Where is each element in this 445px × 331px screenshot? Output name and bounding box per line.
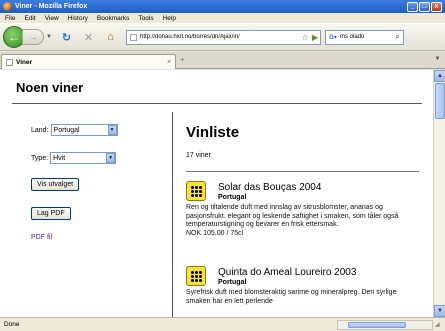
page-heading: Noen viner xyxy=(16,80,84,95)
tab-bar: Viner × + ▼ xyxy=(0,52,445,69)
wine-type-icon xyxy=(186,181,206,201)
url-bar[interactable]: http://donau.hiof.no/borres/dn/Ajax/in/ … xyxy=(126,29,321,45)
menu-view[interactable]: View xyxy=(45,15,59,22)
page-content: Noen viner Land: Portugal ▼ Type: Hvit ▼… xyxy=(0,70,433,317)
vertical-scrollbar[interactable]: ▲ ▼ xyxy=(433,70,445,317)
tab-favicon-icon xyxy=(6,58,13,66)
scroll-down-icon[interactable]: ▼ xyxy=(434,305,445,317)
menu-edit[interactable]: Edit xyxy=(24,15,35,22)
type-select[interactable]: Hvit ▼ xyxy=(50,152,117,164)
menu-history[interactable]: History xyxy=(68,15,88,22)
search-engine-icon[interactable]: G▾ xyxy=(326,31,340,44)
tab-viner[interactable]: Viner × xyxy=(1,54,176,69)
type-select-value: Hvit xyxy=(53,154,66,162)
type-label: Type: xyxy=(31,154,49,162)
wine-country: Portugal xyxy=(218,279,247,286)
wine-description-text: Syrefrisk duft med blomsteraktig sarime … xyxy=(186,289,397,305)
wine-description: Ren og tiltalende duft med innslag av si… xyxy=(186,204,421,238)
minimize-button[interactable]: _ xyxy=(407,1,418,12)
go-arrow-icon[interactable]: ▶ xyxy=(310,33,320,42)
scroll-up-icon[interactable]: ▲ xyxy=(434,70,445,82)
search-input[interactable]: ms olado xyxy=(340,34,392,40)
navigation-toolbar: ← → ▼ ↻ ✕ ⌂ http://donau.hiof.no/borres/… xyxy=(0,24,445,51)
forward-button[interactable]: → xyxy=(22,29,44,45)
wine-description-text: Ren og tiltalende duft med innslag av si… xyxy=(186,204,399,229)
bookmark-star-icon[interactable]: ☆ xyxy=(300,33,310,42)
wine-description: Syrefrisk duft med blomsteraktig sarime … xyxy=(186,289,421,306)
firefox-icon xyxy=(3,2,12,11)
list-divider xyxy=(186,171,419,172)
forward-arrow-icon: → xyxy=(28,32,38,42)
wine-count: 17 viner xyxy=(186,152,211,159)
home-icon[interactable]: ⌂ xyxy=(103,30,118,45)
land-row: Land: Portugal ▼ xyxy=(31,124,118,136)
url-text[interactable]: http://donau.hiof.no/borres/dn/Ajax/in/ xyxy=(140,34,300,40)
type-row: Type: Hvit ▼ xyxy=(31,152,117,164)
menu-help[interactable]: Help xyxy=(163,15,176,22)
tab-list-icon[interactable]: ▼ xyxy=(433,56,442,66)
show-selection-button[interactable]: Vis utvalget xyxy=(31,178,80,191)
wine-name: Quinta do Ameal Loureiro 2003 xyxy=(218,267,357,278)
menu-file[interactable]: File xyxy=(5,15,15,22)
page-favicon-icon xyxy=(130,33,137,41)
wine-name: Solar das Bouças 2004 xyxy=(218,182,322,193)
menu-bookmarks[interactable]: Bookmarks xyxy=(97,15,130,22)
stop-icon[interactable]: ✕ xyxy=(81,30,96,45)
heading-divider xyxy=(12,103,422,104)
make-pdf-button[interactable]: Lag PDF xyxy=(31,207,71,220)
tab-label: Viner xyxy=(16,58,33,66)
wine-list-title: Vinliste xyxy=(186,124,240,141)
tab-close-icon[interactable]: × xyxy=(167,59,175,66)
new-tab-icon[interactable]: + xyxy=(180,55,185,64)
title-bar: Viner - Mozilla Firefox _ □ x xyxy=(0,0,445,13)
reload-icon[interactable]: ↻ xyxy=(59,30,74,45)
chevron-down-icon: ▼ xyxy=(107,125,117,135)
land-select-value: Portugal xyxy=(53,126,80,134)
scrollbar-thumb[interactable] xyxy=(435,83,445,119)
chevron-down-icon: ▼ xyxy=(106,153,116,163)
maximize-button[interactable]: □ xyxy=(419,1,430,12)
history-dropdown-icon[interactable]: ▼ xyxy=(46,34,52,40)
column-divider xyxy=(172,112,173,317)
wine-country: Portugal xyxy=(218,194,247,201)
menu-bar: File Edit View History Bookmarks Tools H… xyxy=(0,13,445,24)
land-label: Land: xyxy=(31,126,49,134)
menu-tools[interactable]: Tools xyxy=(138,15,153,22)
search-bar[interactable]: G▾ ms olado ⌕ xyxy=(325,29,404,45)
back-arrow-icon: ← xyxy=(8,30,20,44)
resize-grip-icon[interactable]: ◢ xyxy=(435,321,444,330)
wine-price: NOK 105.00 / 75cl xyxy=(186,229,244,237)
wine-type-icon xyxy=(186,266,206,286)
window-title: Viner - Mozilla Firefox xyxy=(15,3,88,10)
search-icon[interactable]: ⌕ xyxy=(392,32,403,42)
horizontal-scrollbar-thumb[interactable] xyxy=(348,322,406,328)
close-button[interactable]: x xyxy=(431,1,442,12)
status-bar: Done ◢ xyxy=(0,317,445,331)
pdf-file-link[interactable]: PDF fil xyxy=(31,234,52,241)
horizontal-scrollbar[interactable] xyxy=(337,320,433,330)
land-select[interactable]: Portugal ▼ xyxy=(50,124,118,136)
